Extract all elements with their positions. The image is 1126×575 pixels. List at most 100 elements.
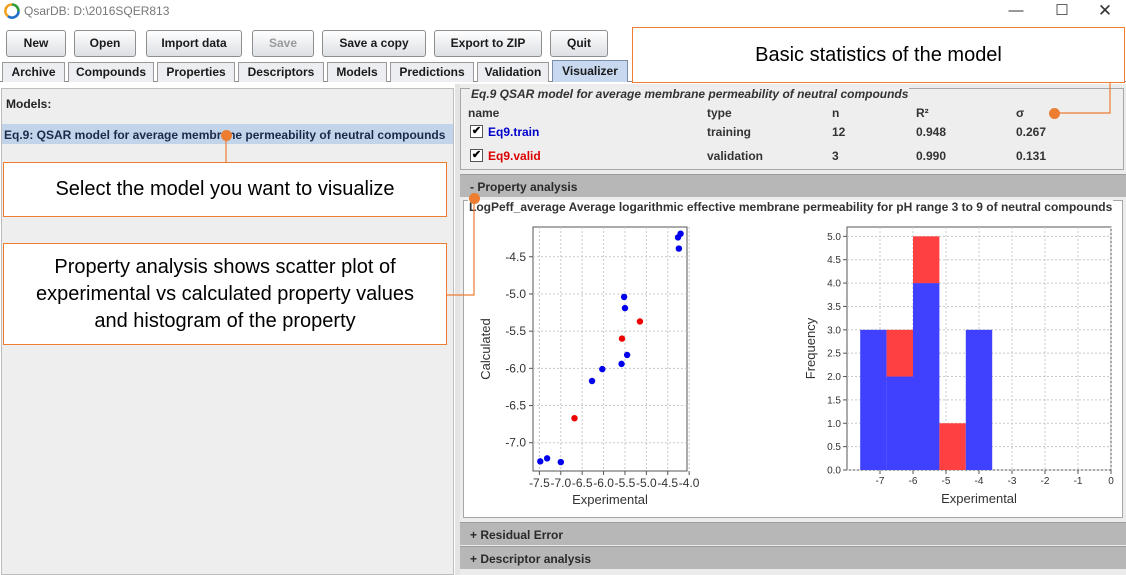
tab-models[interactable]: Models (327, 62, 387, 82)
descriptor-analysis-title: + Descriptor analysis (470, 552, 592, 566)
scatter-x-tick-label: -7.5 (529, 476, 550, 490)
scatter-point (588, 377, 596, 385)
save-copy-button[interactable]: Save a copy (322, 30, 426, 57)
histogram-x-tick-label: -4 (975, 476, 984, 487)
annotation-dot (469, 193, 480, 204)
series-sigma-valid: 0.131 (1016, 149, 1047, 163)
histogram-x-tick-label: -6 (909, 476, 918, 487)
close-icon[interactable]: ✕ (1082, 0, 1126, 24)
histogram-bar (860, 329, 887, 470)
scatter-x-tick-label: -7.0 (550, 476, 571, 490)
histogram-bar (965, 329, 993, 470)
series-name-train: Eq9.train (488, 125, 540, 139)
series-r2-train: 0.948 (916, 125, 947, 139)
scatter-point (621, 304, 629, 312)
annotation-dot (1049, 108, 1060, 119)
open-button[interactable]: Open (74, 30, 136, 57)
histogram-y-tick-label: 4.0 (827, 279, 841, 290)
scatter-x-tick-label: -6.0 (593, 476, 614, 490)
scatter-y-tick-label: -5.5 (505, 324, 526, 338)
histogram-bar (939, 423, 966, 470)
histogram-y-axis-label: Frequency (803, 317, 818, 379)
histogram-y-tick-label: 3.0 (827, 325, 841, 336)
scatter-point (599, 365, 606, 373)
scatter-point (537, 458, 544, 465)
histogram-bar (886, 376, 913, 470)
scatter-y-tick-label: -5.0 (505, 287, 526, 301)
scatter-y-tick-label: -4.5 (505, 250, 526, 264)
scatter-y-tick-label: -6.0 (505, 361, 526, 375)
scatter-point (623, 351, 631, 359)
scatter-point (618, 360, 625, 368)
series-type-train: training (707, 125, 751, 139)
scatter-point (636, 318, 644, 325)
scatter-plot-area (532, 226, 688, 472)
scatter-point (557, 458, 565, 466)
histogram-y-tick-label: 3.5 (827, 302, 841, 313)
histogram-y-tick-label: 1.5 (827, 395, 841, 406)
scatter-x-tick-label: -6.5 (572, 476, 593, 490)
models-label: Models: (6, 97, 52, 111)
scatter-x-tick-label: -5.5 (615, 476, 636, 490)
series-r2-valid: 0.990 (916, 149, 947, 163)
save-button[interactable]: Save (252, 30, 314, 57)
tab-predictions[interactable]: Predictions (390, 62, 474, 82)
scatter-x-tick-label: -5.0 (636, 476, 657, 490)
scatter-point (677, 230, 684, 237)
column-header-sigma: σ (1016, 106, 1025, 120)
histogram-y-tick-label: 2.0 (827, 372, 841, 383)
scatter-point (571, 414, 578, 422)
property-charts: -7.5 -7.0 -6.5 -6.0 -5.5 -5.0 -4.5 -4.0-7.0-6.5… (478, 226, 1114, 507)
scatter-y-tick-label: -7.0 (505, 436, 526, 450)
scatter-point (675, 245, 683, 252)
qsardb-logo-icon (4, 3, 20, 19)
histogram-bar (913, 283, 940, 470)
column-header-r2: R² (916, 106, 929, 120)
histogram-x-axis-label: Experimental (941, 491, 1017, 506)
scatter-point (543, 455, 551, 462)
new-button[interactable]: New (6, 30, 66, 57)
scatter-x-tick-label: -4.0 (679, 476, 700, 490)
property-analysis-title: - Property analysis (470, 180, 578, 194)
scatter-y-tick-label: -6.5 (505, 399, 526, 413)
import-data-button[interactable]: Import data (146, 30, 242, 57)
maximize-icon[interactable]: ☐ (1039, 0, 1085, 24)
minimize-icon[interactable]: — (993, 0, 1039, 24)
window-title: QsarDB: D:\2016SQER813 (24, 4, 170, 18)
histogram-x-tick-label: -3 (1008, 476, 1017, 487)
histogram-bar (886, 329, 913, 377)
series-sigma-train: 0.267 (1016, 125, 1047, 139)
tab-validation[interactable]: Validation (477, 62, 549, 82)
column-header-name: name (468, 106, 500, 120)
tab-properties[interactable]: Properties (157, 62, 235, 82)
histogram-y-tick-label: 5.0 (827, 232, 841, 243)
column-header-type: type (707, 106, 732, 120)
checkbox-checked-icon[interactable]: ✔ (470, 125, 483, 138)
select-model-callout: Select the model you want to visualize (3, 162, 447, 217)
column-header-n: n (832, 106, 840, 120)
tab-archive[interactable]: Archive (2, 62, 65, 82)
tab-compounds[interactable]: Compounds (68, 62, 154, 82)
statistics-title: Eq.9 QSAR model for average membrane per… (470, 87, 910, 101)
histogram-y-tick-label: 1.0 (827, 419, 841, 430)
series-n-train: 12 (832, 125, 846, 139)
histogram-y-tick-label: 0.5 (827, 442, 841, 453)
histogram-bar (913, 236, 940, 284)
scatter-y-axis-label: Calculated (478, 318, 493, 379)
histogram-y-tick-label: 4.5 (827, 255, 841, 266)
tab-descriptors[interactable]: Descriptors (238, 62, 324, 82)
histogram-y-tick-label: 2.5 (827, 349, 841, 360)
histogram-x-tick-label: -1 (1074, 476, 1083, 487)
export-zip-button[interactable]: Export to ZIP (434, 30, 542, 57)
series-n-valid: 3 (832, 149, 839, 163)
histogram-x-tick-label: -2 (1041, 476, 1050, 487)
histogram-y-tick-label: 0.0 (827, 466, 841, 477)
histogram-x-tick-label: -7 (876, 476, 885, 487)
scatter-x-tick-label: -4.5 (657, 476, 678, 490)
checkbox-checked-icon[interactable]: ✔ (470, 149, 483, 162)
tab-visualizer[interactable]: Visualizer (552, 60, 628, 82)
quit-button[interactable]: Quit (550, 30, 608, 57)
scatter-point (620, 293, 628, 301)
property-analysis-callout: Property analysis shows scatter plot of … (3, 243, 447, 345)
series-type-valid: validation (707, 149, 764, 163)
